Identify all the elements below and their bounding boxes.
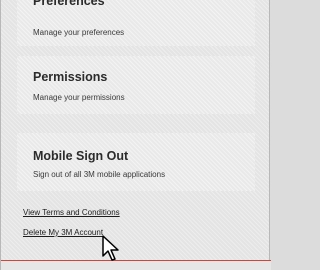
delete-account-link[interactable]: Delete My 3M Account (23, 228, 103, 237)
view-terms-link[interactable]: View Terms and Conditions (23, 208, 120, 217)
settings-page: Preferences Manage your preferences Perm… (0, 0, 271, 270)
mobile-sign-out-panel[interactable]: Mobile Sign Out Sign out of all 3M mobil… (17, 133, 255, 191)
permissions-panel[interactable]: Permissions Manage your permissions (17, 56, 255, 114)
permissions-description: Manage your permissions (33, 93, 125, 102)
mobile-sign-out-title: Mobile Sign Out (33, 149, 129, 163)
preferences-description: Manage your preferences (33, 28, 125, 37)
preferences-title: Preferences (33, 0, 105, 8)
permissions-title: Permissions (33, 70, 108, 84)
mobile-sign-out-description: Sign out of all 3M mobile applications (33, 170, 166, 179)
preferences-panel[interactable]: Preferences Manage your preferences (17, 0, 255, 46)
hand-pointer-cursor-icon (102, 235, 119, 261)
footer-strip (1, 261, 271, 270)
